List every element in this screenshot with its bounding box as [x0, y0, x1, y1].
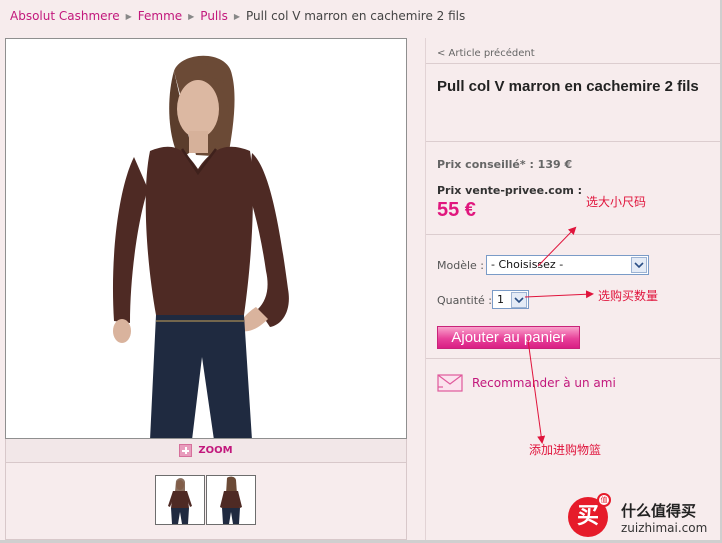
divider: [426, 63, 720, 64]
chevron-down-icon[interactable]: [511, 292, 527, 308]
model-select[interactable]: - Choisissez -: [486, 255, 649, 275]
zoom-button[interactable]: ZOOM: [5, 439, 407, 463]
envelope-icon: [437, 374, 463, 392]
recommend-friend-link[interactable]: Recommander à un ami: [437, 374, 616, 392]
product-main-image[interactable]: [5, 38, 407, 439]
breadcrumb-separator-icon: ▶: [233, 11, 241, 21]
model-select-value: - Choisissez -: [491, 258, 564, 271]
annotation-quantity: 选购买数量: [598, 289, 659, 303]
breadcrumb-link-femme[interactable]: Femme: [138, 9, 182, 23]
watermark-dot: 值: [597, 493, 611, 507]
sale-price: 55 €: [437, 199, 476, 221]
watermark-url: zuizhimai.com: [621, 521, 708, 535]
divider: [426, 358, 720, 359]
breadcrumb-separator-icon: ▶: [125, 11, 132, 21]
breadcrumb-link-brand[interactable]: Absolut Cashmere: [10, 9, 120, 23]
annotation-cart: 添加进购物篮: [529, 443, 602, 457]
thumbnail-back-image: [220, 476, 242, 524]
quantity-label: Quantité :: [437, 294, 492, 307]
breadcrumb-current: Pull col V marron en cachemire 2 fils: [246, 9, 466, 23]
thumbnail-front-image: [168, 478, 192, 524]
annotation-size: 选大小尺码: [586, 195, 647, 209]
divider: [426, 141, 720, 142]
thumbnail-strip: [5, 463, 407, 540]
zoom-label: ZOOM: [198, 445, 233, 456]
model-label: Modèle :: [437, 259, 484, 272]
breadcrumb-link-pulls[interactable]: Pulls: [200, 9, 228, 23]
chevron-down-icon[interactable]: [631, 257, 647, 273]
breadcrumb-separator-icon: ▶: [188, 11, 195, 21]
advised-price: Prix conseillé* : 139 €: [437, 158, 573, 171]
thumbnail-front[interactable]: [155, 475, 205, 525]
quantity-select-value: 1: [497, 293, 504, 306]
recommend-label: Recommander à un ami: [472, 376, 616, 390]
breadcrumb: Absolut Cashmere ▶ Femme ▶ Pulls ▶ Pull …: [10, 9, 465, 23]
watermark-name: 什么值得买: [621, 502, 697, 520]
column-divider: [425, 38, 426, 540]
previous-article-link[interactable]: < Article précédent: [437, 48, 535, 59]
thumbnail-back[interactable]: [206, 475, 256, 525]
product-title: Pull col V marron en cachemire 2 fils: [437, 78, 699, 95]
add-to-cart-button[interactable]: Ajouter au panier: [437, 326, 580, 349]
sale-price-label: Prix vente-privee.com :: [437, 184, 583, 197]
divider: [426, 234, 720, 235]
model-photo: [112, 55, 289, 438]
quantity-select[interactable]: 1: [492, 290, 529, 309]
zoom-plus-icon: [179, 444, 193, 457]
